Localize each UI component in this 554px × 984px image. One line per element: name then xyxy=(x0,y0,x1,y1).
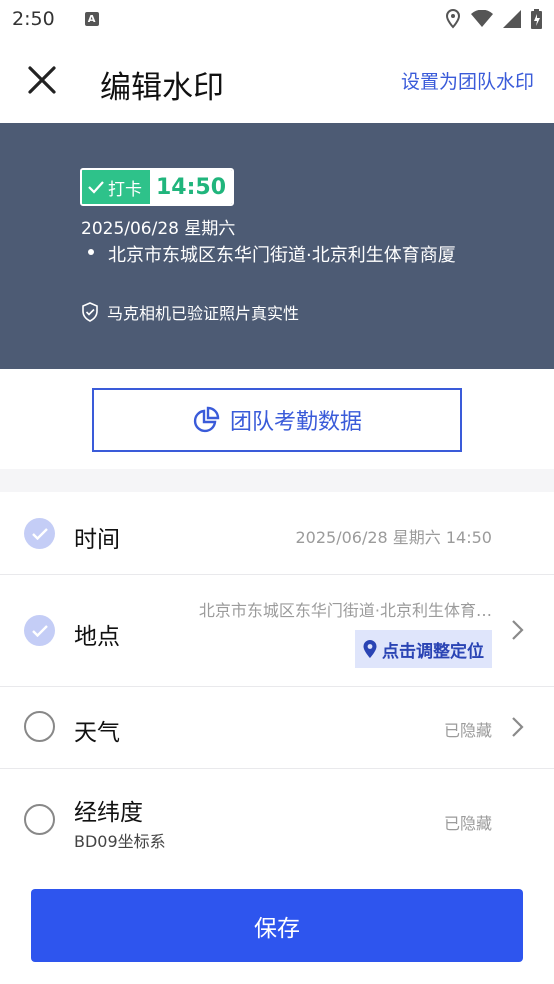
signal-icon xyxy=(503,10,521,28)
row-place[interactable]: 地点 北京市东城区东华门街道·北京利生体育… 点击调整定位 xyxy=(0,575,554,687)
badge-time: 14:50 xyxy=(150,170,233,204)
weather-value: 已隐藏 xyxy=(443,721,492,740)
weather-label: 天气 xyxy=(74,720,120,746)
app-bar: 编辑水印 设置为团队水印 xyxy=(0,38,554,123)
place-label: 地点 xyxy=(74,624,120,650)
team-attendance-button[interactable]: 团队考勤数据 xyxy=(92,388,462,452)
location-status-icon xyxy=(445,9,461,29)
status-time: 2:50 xyxy=(12,8,55,30)
chevron-right-icon[interactable] xyxy=(510,619,524,641)
checkmark-icon xyxy=(31,624,48,637)
status-bar: 2:50 A xyxy=(0,0,554,38)
checkin-badge: 打卡 14:50 xyxy=(80,168,235,206)
watermark-preview: 打卡 14:50 2025/06/28 星期六 北京市东城区东华门街道·北京利生… xyxy=(0,123,554,369)
location-pin-icon xyxy=(363,640,377,658)
page-title: 编辑水印 xyxy=(100,70,224,106)
latlng-value: 已隐藏 xyxy=(443,814,492,833)
row-time[interactable]: 时间 2025/06/28 星期六 14:50 xyxy=(0,492,554,575)
attendance-area: 团队考勤数据 xyxy=(0,369,554,469)
battery-icon xyxy=(531,9,542,29)
place-value: 北京市东城区东华门街道·北京利生体育… xyxy=(198,601,492,620)
team-attendance-label: 团队考勤数据 xyxy=(229,410,362,435)
adjust-location-label: 点击调整定位 xyxy=(382,641,484,662)
adjust-location-button[interactable]: 点击调整定位 xyxy=(355,630,492,668)
badge-label: 打卡 xyxy=(108,179,142,200)
verified-text: 马克相机已验证照片真实性 xyxy=(107,304,300,323)
row-latlng[interactable]: 经纬度 BD09坐标系 已隐藏 xyxy=(0,769,554,869)
latlng-subtitle: BD09坐标系 xyxy=(74,832,166,851)
checkmark-icon xyxy=(31,527,48,540)
check-icon xyxy=(88,181,104,194)
verified-line: 马克相机已验证照片真实性 xyxy=(81,300,299,324)
latlng-label: 经纬度 xyxy=(74,800,143,826)
save-button[interactable]: 保存 xyxy=(31,889,523,962)
wifi-icon xyxy=(471,10,493,27)
pie-chart-icon xyxy=(193,406,220,433)
latlng-checkbox[interactable] xyxy=(24,804,55,835)
weather-checkbox[interactable] xyxy=(24,711,55,742)
close-icon[interactable] xyxy=(22,60,62,100)
preview-date: 2025/06/28 星期六 xyxy=(81,219,236,239)
place-checkbox[interactable] xyxy=(24,615,55,646)
time-checkbox[interactable] xyxy=(24,518,55,549)
time-label: 时间 xyxy=(74,527,120,553)
shield-check-icon xyxy=(82,302,98,322)
section-divider xyxy=(0,469,554,492)
preview-location: 北京市东城区东华门街道·北京利生体育商厦 xyxy=(108,245,456,266)
set-team-watermark-link[interactable]: 设置为团队水印 xyxy=(401,67,534,94)
time-value: 2025/06/28 星期六 14:50 xyxy=(295,528,492,547)
row-weather[interactable]: 天气 已隐藏 xyxy=(0,687,554,769)
chevron-right-icon[interactable] xyxy=(510,716,524,738)
bullet-dot xyxy=(88,249,94,255)
notification-icon: A xyxy=(84,12,99,26)
